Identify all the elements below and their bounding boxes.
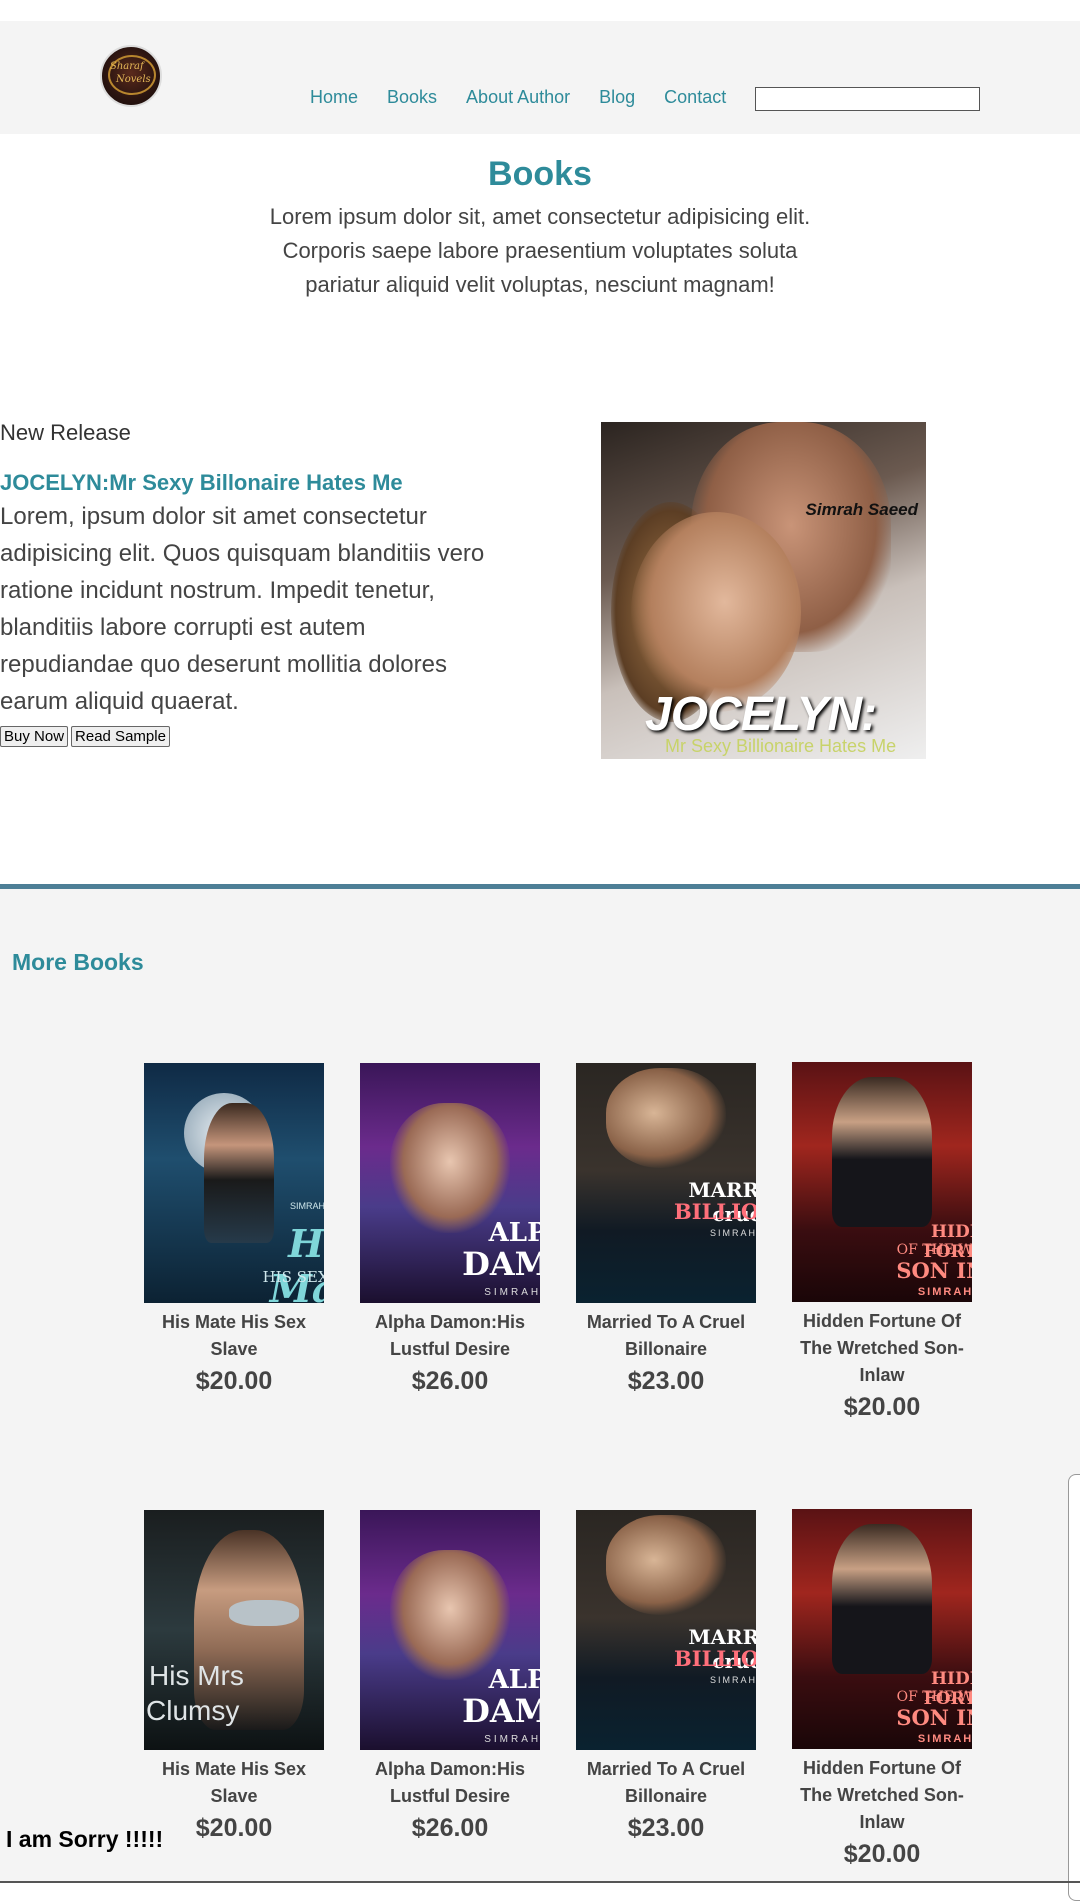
book-card[interactable]: HIDDEN FORTUNE OF THE WRETCHED SON IN-LA… [792, 1509, 972, 1869]
hero-description: Lorem ipsum dolor sit, amet consectetur … [0, 200, 1080, 302]
cover-art-woman [631, 512, 801, 712]
cover-art-figure [390, 1103, 510, 1233]
book-cover[interactable]: MARRIED A cruel to BILLIONAIRE SIMRAH SA… [576, 1510, 756, 1750]
book-price: $20.00 [195, 1814, 273, 1842]
book-card[interactable]: MARRIED A cruel to BILLIONAIRE SIMRAH SA… [576, 1510, 756, 1843]
cover-art-figure [606, 1068, 726, 1168]
cover-title-line2: OF THE WRETCHED [896, 1689, 972, 1705]
book-name[interactable]: His Mate His Sex Slave [144, 1756, 324, 1810]
book-card[interactable]: SIMRAH SAEED His Mate HIS SEX SLAVE His … [144, 1063, 324, 1396]
book-name[interactable]: Hidden Fortune Of The Wretched Son-Inlaw [792, 1308, 972, 1389]
book-price: $26.00 [411, 1367, 489, 1395]
book-price: $23.00 [627, 1814, 705, 1842]
cover-author: SIMRAH SAEED [709, 1228, 756, 1238]
book-cover[interactable]: SIMRAH SAEED His Mate HIS SEX SLAVE [144, 1063, 324, 1303]
book-card[interactable]: ALPHA DAMON: SIMRAH SAEED Alpha Damon:Hi… [360, 1510, 540, 1843]
book-name[interactable]: Married To A Cruel Billonaire [576, 1756, 756, 1810]
cover-author: SIMRAH SAEED [917, 1733, 972, 1745]
book-name[interactable]: Alpha Damon:His Lustful Desire [360, 1309, 540, 1363]
site-header: Sharaf Novels Home Books About Author Bl… [0, 21, 1080, 134]
book-name[interactable]: Alpha Damon:His Lustful Desire [360, 1756, 540, 1810]
page-title: Books [488, 155, 592, 193]
logo-text-line1: Sharaf [110, 61, 144, 72]
side-tab[interactable] [1068, 1474, 1080, 1901]
book-price: $26.00 [411, 1814, 489, 1842]
cover-title-line1: ALPHA [488, 1665, 540, 1695]
footer-message: I am Sorry !!!!! [6, 1826, 164, 1852]
books-hero: Books Lorem ipsum dolor sit, amet consec… [0, 155, 1080, 302]
cover-author: SIMRAH SAEED [917, 1286, 972, 1298]
book-name[interactable]: His Mate His Sex Slave [144, 1309, 324, 1363]
book-name[interactable]: Married To A Cruel Billonaire [576, 1309, 756, 1363]
book-card[interactable]: MARRIED A cruel to BILLIONAIRE SIMRAH SA… [576, 1063, 756, 1396]
cover-author: SIMRAH SAEED [289, 1201, 324, 1211]
read-sample-button[interactable]: Read Sample [71, 726, 170, 747]
cover-art-figure [832, 1077, 932, 1227]
book-price: $23.00 [627, 1367, 705, 1395]
cover-title-line3: SON IN-LAW [896, 1705, 972, 1730]
nav-about-author-link[interactable]: About Author [466, 87, 570, 108]
cover-title-line2: Clumsy [146, 1695, 240, 1726]
cover-art-figure [390, 1550, 510, 1680]
search-input[interactable] [755, 87, 980, 111]
cover-art-sunglasses [229, 1600, 299, 1626]
nav-contact-link[interactable]: Contact [664, 87, 726, 108]
book-cover[interactable]: HIDDEN FORTUNE OF THE WRETCHED SON IN-LA… [792, 1509, 972, 1749]
cover-title-line1: His Mrs [149, 1660, 244, 1691]
cover-author: SIMRAH SAEED [484, 1734, 540, 1745]
cover-title-line2: BILLIONAIRE [674, 1646, 756, 1671]
hero-line-3: pariatur aliquid velit voluptas, nesciun… [305, 272, 775, 297]
hero-line-2: Corporis saepe labore praesentium volupt… [282, 238, 798, 263]
new-release-title[interactable]: JOCELYN:Mr Sexy Billonaire Hates Me [0, 470, 500, 496]
book-card[interactable]: HIDDEN FORTUNE OF THE WRETCHED SON IN-LA… [792, 1062, 972, 1422]
more-books-section: More Books SIMRAH SAEED His Mate HIS SEX… [0, 889, 1080, 1901]
hero-line-1: Lorem ipsum dolor sit, amet consectetur … [269, 204, 811, 229]
nav-home-link[interactable]: Home [310, 87, 358, 108]
new-release-actions: Buy Now Read Sample [0, 726, 500, 747]
buy-now-button[interactable]: Buy Now [0, 726, 69, 747]
logo-text-line2: Novels [116, 74, 151, 85]
new-release: New Release JOCELYN:Mr Sexy Billonaire H… [0, 420, 500, 747]
new-release-cover[interactable]: Simrah Saeed JOCELYN: Mr Sexy Billionair… [601, 422, 926, 759]
cover-title-line2: DAMON: [462, 1692, 540, 1730]
cover-author: SIMRAH SAEED [484, 1287, 540, 1298]
cover-subtitle: Mr Sexy Billionaire Hates Me [665, 736, 897, 756]
book-cover[interactable]: HIDDEN FORTUNE OF THE WRETCHED SON IN-LA… [792, 1062, 972, 1302]
cover-title-line2: OF THE WRETCHED [896, 1242, 972, 1258]
book-card[interactable]: His Mrs Clumsy His Mate His Sex Slave $2… [144, 1510, 324, 1843]
book-price: $20.00 [195, 1367, 273, 1395]
new-release-description: Lorem, ipsum dolor sit amet consectetur … [0, 503, 485, 715]
site-logo[interactable]: Sharaf Novels [100, 45, 162, 107]
book-price: $20.00 [843, 1393, 921, 1421]
book-card[interactable]: ALPHA DAMON: SIMRAH SAEED Alpha Damon:Hi… [360, 1063, 540, 1396]
cover-title-line3: SON IN-LAW [896, 1258, 972, 1283]
cover-title: JOCELYN: [645, 688, 877, 741]
cover-art-figure [832, 1524, 932, 1674]
cover-title-line2: BILLIONAIRE [674, 1199, 756, 1224]
book-price: $20.00 [843, 1840, 921, 1868]
nav-books-link[interactable]: Books [387, 87, 437, 108]
new-release-label: New Release [0, 420, 131, 445]
cover-title-line2: DAMON: [462, 1245, 540, 1283]
book-cover[interactable]: MARRIED A cruel to BILLIONAIRE SIMRAH SA… [576, 1063, 756, 1303]
book-cover[interactable]: ALPHA DAMON: SIMRAH SAEED [360, 1063, 540, 1303]
cover-author: SIMRAH SAEED [709, 1675, 756, 1685]
book-name[interactable]: Hidden Fortune Of The Wretched Son-Inlaw [792, 1755, 972, 1836]
cover-title-line1: ALPHA [488, 1218, 540, 1248]
cover-author: Simrah Saeed [805, 500, 918, 519]
main-nav: Home Books About Author Blog Contact [310, 87, 755, 108]
book-cover[interactable]: ALPHA DAMON: SIMRAH SAEED [360, 1510, 540, 1750]
nav-blog-link[interactable]: Blog [599, 87, 635, 108]
cover-art-figure [606, 1515, 726, 1615]
cover-title-line2: HIS SEX SLAVE [262, 1268, 324, 1286]
more-books-heading: More Books [12, 949, 144, 975]
book-cover[interactable]: His Mrs Clumsy [144, 1510, 324, 1750]
top-gap [0, 0, 1080, 21]
cover-title-line1: His Mate [269, 1221, 324, 1303]
